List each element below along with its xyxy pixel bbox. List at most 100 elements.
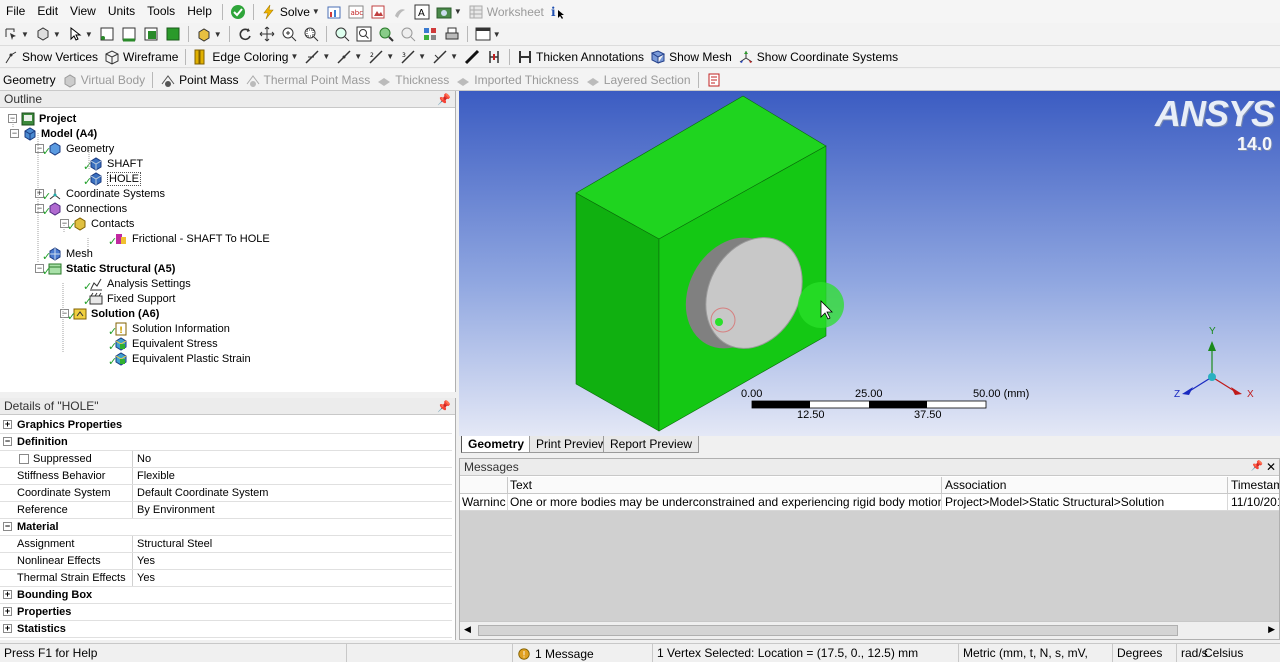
scroll-left-icon[interactable]: ◀ [464,624,471,635]
edge-coloring-button[interactable]: Edge Coloring ▼ [190,47,301,67]
property-value[interactable]: Default Coordinate System [133,485,452,501]
triad-origin[interactable] [1208,373,1216,381]
scroll-right-icon[interactable]: ▶ [1268,624,1275,635]
tree-node-hole[interactable]: ✓ HOLE [76,171,141,188]
property-value[interactable]: Flexible [133,468,452,484]
chevron-down-icon[interactable]: ▼ [450,52,458,61]
print-button[interactable] [441,24,463,44]
chevron-down-icon[interactable]: ▼ [312,7,320,16]
abc-comment-button[interactable]: abc [345,2,367,22]
point-mass-button[interactable]: Point Mass [157,70,241,90]
imported-thickness-button[interactable]: Imported Thickness [452,70,582,90]
details-row-nonlinear-effects[interactable]: Nonlinear Effects Yes [0,553,452,570]
previous-view-button[interactable] [397,24,419,44]
image-button[interactable] [389,2,411,22]
menu-file[interactable]: File [0,0,31,23]
tree-node-model-a4[interactable]: − Model (A4) [10,126,97,141]
col-severity-header[interactable] [460,476,508,494]
category-expander-icon[interactable]: − [3,522,12,531]
edge-style-2-button[interactable]: ▼ [333,47,365,67]
edge-style-3-button[interactable]: 2 ▼ [365,47,397,67]
details-row-coordinate-system[interactable]: Coordinate System Default Coordinate Syst… [0,485,452,502]
property-value[interactable]: Structural Steel [133,536,452,552]
annotation-button[interactable]: A [411,2,433,22]
tree-expander-icon[interactable]: − [10,129,19,138]
edge-style-5-button[interactable]: ▼ [429,47,461,67]
tree-node-frictional-shaft-to-hole[interactable]: ✓ Frictional - SHAFT To HOLE [101,231,270,248]
zoom-to-fit-button[interactable] [331,24,353,44]
tab-report-preview[interactable]: Report Preview [603,436,700,453]
category-expander-icon[interactable]: + [3,624,12,633]
thicken-annotations-button[interactable]: Thicken Annotations [514,47,647,67]
details-category-bounding-box[interactable]: + Bounding Box [0,587,452,604]
menu-view[interactable]: View [64,0,102,23]
property-value[interactable]: By Environment [133,502,452,518]
worksheet-button[interactable]: Worksheet [465,2,547,22]
select-edge-button[interactable] [118,24,140,44]
new-analysis-button[interactable] [323,2,345,22]
check-geometry-button[interactable] [227,2,249,22]
image-capture-button[interactable]: ▼ [433,2,465,22]
show-mesh-button[interactable]: Show Mesh [647,47,735,67]
scroll-thumb[interactable] [478,625,1178,636]
col-timestamp-header[interactable]: Timestam [1228,477,1279,494]
property-value[interactable]: Yes [133,553,452,569]
chevron-down-icon[interactable]: ▼ [290,52,298,61]
tree-node-static-structural-a5[interactable]: − ✓ Static Structural (A5) [35,261,175,278]
figure-button[interactable] [367,2,389,22]
chevron-down-icon[interactable]: ▼ [21,30,29,39]
chevron-down-icon[interactable]: ▼ [53,30,61,39]
rotate-button[interactable] [234,24,256,44]
tree-node-mesh[interactable]: ✓ Mesh [35,246,93,263]
tree-node-equivalent-plastic-strain[interactable]: ✓ Equivalent Plastic Strain [101,351,251,368]
tree-node-solution-information[interactable]: ! ✓ Solution Information [101,321,230,338]
context-help-button[interactable]: i [547,2,569,22]
status-angle-unit[interactable]: Degrees [1112,644,1176,662]
horizontal-scrollbar[interactable]: ◀ ▶ [460,621,1279,639]
close-icon[interactable]: ✕ [1266,460,1276,474]
chevron-down-icon[interactable]: ▼ [418,52,426,61]
status-temp-unit[interactable]: Celsius [1200,644,1280,662]
tree-node-contacts[interactable]: − ✓ Contacts [60,216,134,233]
col-association-header[interactable]: Association [942,476,1228,494]
select-face-button[interactable] [140,24,162,44]
status-messages[interactable]: ! 1 Message [512,644,652,662]
menu-units[interactable]: Units [102,0,141,23]
graphics-viewport[interactable]: ANSYS 14.0 0.00 25.00 50.00 (mm) 12.50 3… [459,91,1280,436]
property-value[interactable]: No [133,451,452,467]
menu-help[interactable]: Help [181,0,218,23]
menu-tools[interactable]: Tools [141,0,181,23]
chevron-down-icon[interactable]: ▼ [493,30,501,39]
chevron-down-icon[interactable]: ▼ [454,7,462,16]
tree-node-connections[interactable]: − ✓ Connections [35,201,127,218]
pan-button[interactable] [256,24,278,44]
details-row-reference-temperature[interactable]: Reference TemperatureBy Environment [0,502,452,532]
chevron-down-icon[interactable]: ▼ [386,52,394,61]
category-expander-icon[interactable]: − [3,437,12,446]
extend-selection-button[interactable]: ▼ [193,24,225,44]
edge-style-1-button[interactable]: ▼ [301,47,333,67]
details-category-statistics[interactable]: + Statistics [0,621,452,638]
tree-node-coordinate-systems[interactable]: + ✓ Coordinate Systems [35,186,165,203]
chevron-down-icon[interactable]: ▼ [322,52,330,61]
viewport-layout-button[interactable]: ▼ [472,24,504,44]
thermal-point-mass-button[interactable]: Thermal Point Mass [242,70,374,90]
wireframe-button[interactable]: Wireframe [101,47,181,67]
show-vertices-button[interactable]: Show Vertices [0,47,101,67]
tree-node-fixed-support[interactable]: ✓ Fixed Support [76,291,175,308]
show-coordinate-systems-button[interactable]: Show Coordinate Systems [735,47,901,67]
category-expander-icon[interactable]: + [3,590,12,599]
pin-icon[interactable]: 📌 [437,400,451,413]
menu-edit[interactable]: Edit [31,0,64,23]
edge-thick-button[interactable] [461,47,483,67]
tab-geometry[interactable]: Geometry [461,436,532,453]
report-button[interactable] [703,70,725,90]
details-category-properties[interactable]: + Properties [0,604,452,621]
box-zoom-button[interactable] [300,24,322,44]
tree-node-project[interactable]: − Project [8,111,76,126]
magnifier-button[interactable] [353,24,375,44]
chevron-down-icon[interactable]: ▼ [354,52,362,61]
zoom-button[interactable] [278,24,300,44]
select-body-button[interactable]: ▼ [32,24,64,44]
details-category-definition[interactable]: − Definition [0,434,452,451]
